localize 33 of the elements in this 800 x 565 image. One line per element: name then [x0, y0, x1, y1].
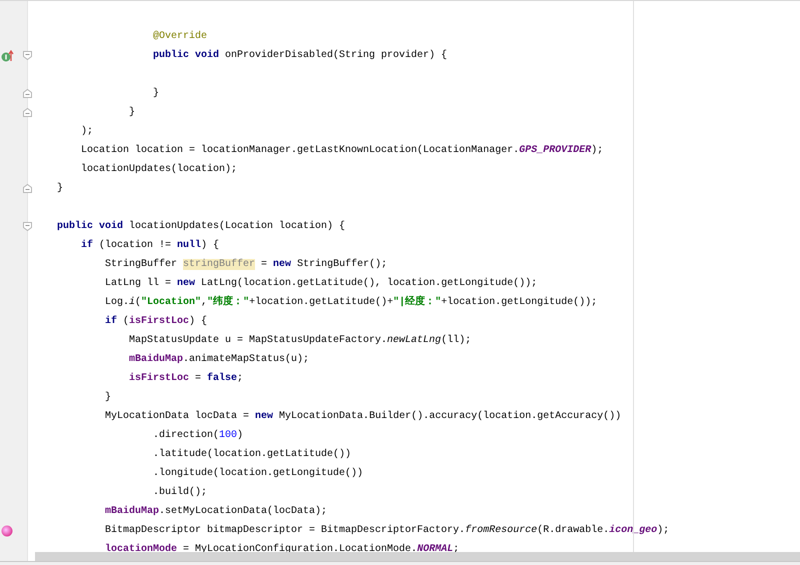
code-line: if (location != null) {	[81, 240, 220, 251]
code-line: BitmapDescriptor bitmapDescriptor = BitmapDescriptorFactory.fromResource(R.drawable.icon_geo);	[105, 525, 670, 536]
code-line: }	[105, 392, 112, 403]
implements-icon[interactable]	[1, 50, 14, 62]
code-line: public void onProviderDisabled(String provider) {	[153, 50, 448, 61]
code-line: public void locationUpdates(Location location) {	[57, 221, 346, 232]
code-line: }	[153, 88, 160, 99]
fold-marker-icon[interactable]	[23, 222, 32, 231]
code-line: MyLocationData locData = new MyLocationData.Builder().accuracy(location.getAccuracy())	[105, 411, 622, 422]
code-line: locationUpdates(location);	[81, 164, 238, 175]
code-line: .latitude(location.getLatitude())	[153, 449, 352, 460]
breakpoint-icon[interactable]	[1, 524, 13, 536]
code-line: StringBuffer stringBuffer = new StringBuffer();	[105, 259, 388, 270]
code-line: MapStatusUpdate u = MapStatusUpdateFactory.newLatLng(ll);	[129, 335, 472, 346]
horizontal-scrollbar[interactable]	[35, 552, 800, 561]
fold-marker-icon[interactable]	[23, 51, 32, 60]
fold-marker-icon[interactable]	[23, 89, 32, 98]
code-line: LatLng ll = new LatLng(location.getLatitude(), location.getLongitude());	[105, 278, 538, 289]
code-line: Location location = locationManager.getLastKnownLocation(LocationManager.GPS_PROVIDER);	[81, 145, 604, 156]
code-line: if (isFirstLoc) {	[105, 316, 208, 327]
code-line: .direction(100)	[153, 430, 244, 441]
code-line: }	[57, 183, 64, 194]
code-line: .longitude(location.getLongitude())	[153, 468, 364, 479]
code-line: @Override	[153, 31, 208, 42]
fold-marker-icon[interactable]	[23, 108, 32, 117]
code-line: );	[81, 126, 94, 137]
code-line: isFirstLoc = false;	[129, 373, 244, 384]
code-line: .build();	[153, 487, 208, 498]
fold-marker-icon[interactable]	[23, 184, 32, 193]
code-line: mBaiduMap.animateMapStatus(u);	[129, 354, 310, 365]
code-line: mBaiduMap.setMyLocationData(locData);	[105, 506, 328, 517]
code-line: }	[129, 107, 136, 118]
code-line: Log.i("Location","纬度："+location.getLatitude()+"|经度："+location.getLongitude());	[105, 297, 598, 308]
